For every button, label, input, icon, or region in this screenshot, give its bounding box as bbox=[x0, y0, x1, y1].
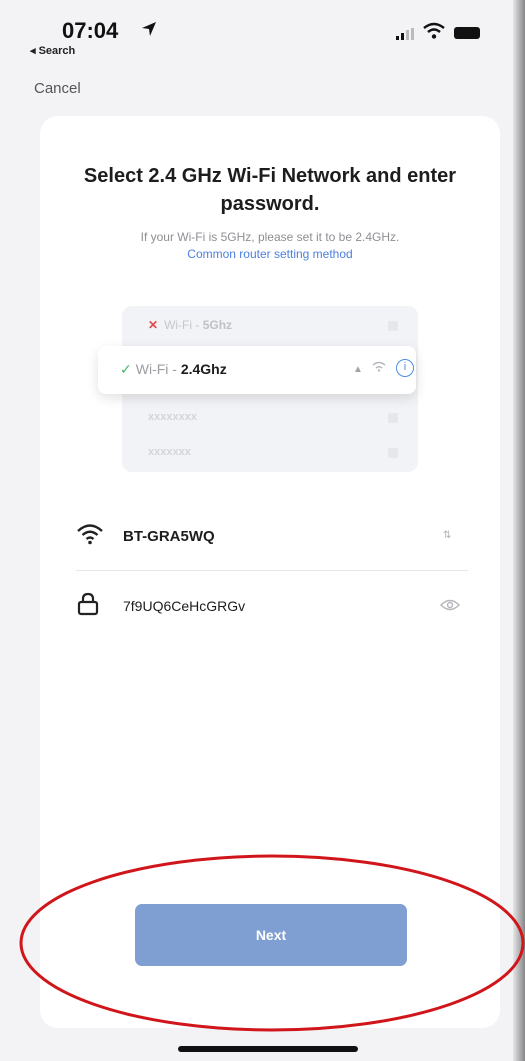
wifi-5g-row: ✕ Wi-Fi - 5Ghz bbox=[148, 318, 232, 332]
wifi-24-row: ✓ Wi-Fi - 2.4Ghz bbox=[120, 361, 227, 378]
placeholder-icon bbox=[388, 448, 398, 458]
battery-icon bbox=[454, 27, 480, 39]
wifi-24-prefix: Wi-Fi - bbox=[135, 361, 181, 377]
blurred-network-row: xxxxxxxx bbox=[148, 411, 197, 423]
cross-icon: ✕ bbox=[148, 318, 159, 332]
switch-network-icon[interactable]: ⇅ bbox=[443, 530, 451, 541]
placeholder-icon bbox=[388, 321, 398, 331]
wifi-5g-label: 5Ghz bbox=[202, 318, 233, 332]
wifi-5g-prefix: Wi-Fi - bbox=[164, 318, 203, 332]
back-to-search-link[interactable]: ◂ Search bbox=[30, 44, 75, 57]
checkmark-icon: ✓ bbox=[120, 361, 132, 377]
page-title: Select 2.4 GHz Wi-Fi Network and enter p… bbox=[83, 165, 457, 215]
instruction-text: If your Wi-Fi is 5GHz, please set it to … bbox=[140, 230, 400, 244]
wifi-icon bbox=[77, 524, 103, 545]
field-divider bbox=[76, 570, 468, 571]
blurred-network-row: xxxxxxx bbox=[148, 446, 191, 458]
cancel-button[interactable]: Cancel bbox=[34, 80, 81, 97]
eye-icon[interactable] bbox=[440, 598, 460, 612]
status-time: 07:04 bbox=[62, 18, 119, 43]
router-setting-link[interactable]: Common router setting method bbox=[40, 247, 500, 261]
page-edge-shadow bbox=[513, 0, 525, 1061]
password-field[interactable]: 7f9UQ6CeHcGRGv bbox=[123, 598, 245, 614]
placeholder-icon bbox=[388, 413, 398, 423]
next-button[interactable]: Next bbox=[135, 904, 407, 966]
mini-lock-icon: ▲ bbox=[353, 364, 363, 375]
home-indicator bbox=[178, 1046, 358, 1052]
wifi-24-label: 2.4Ghz bbox=[180, 361, 227, 377]
info-icon: i bbox=[396, 359, 414, 377]
lock-icon bbox=[77, 592, 99, 616]
ssid-field[interactable]: BT-GRA5WQ bbox=[123, 528, 215, 545]
cellular-signal-icon bbox=[396, 28, 414, 40]
mini-wifi-icon bbox=[372, 361, 386, 372]
wifi-status-icon bbox=[423, 22, 445, 39]
location-arrow-icon bbox=[142, 22, 156, 36]
